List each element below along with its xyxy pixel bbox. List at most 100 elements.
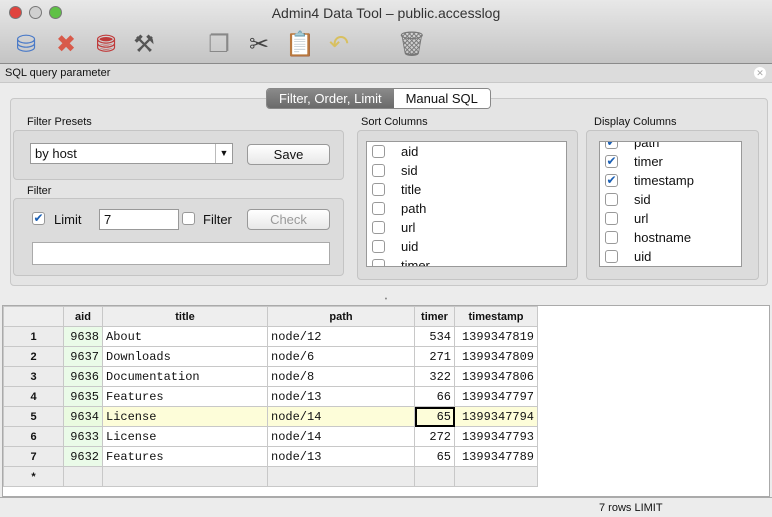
sort-column-item[interactable]: timer <box>367 256 566 266</box>
sort-column-item[interactable]: url <box>367 218 566 237</box>
cell-path[interactable]: node/12 <box>267 326 415 347</box>
cell-title[interactable]: License <box>102 406 268 427</box>
cell-title[interactable]: Documentation <box>102 366 268 387</box>
settings-tools-icon[interactable]: ⚒ <box>128 28 160 60</box>
cell-timer[interactable]: 65 <box>414 446 455 467</box>
cell-aid[interactable]: 9635 <box>63 386 103 407</box>
new-row-cell[interactable] <box>414 466 455 487</box>
sort-column-item[interactable]: sid <box>367 161 566 180</box>
tab-manual-sql[interactable]: Manual SQL <box>393 89 490 108</box>
table-row[interactable]: 3 9636 Documentation node/8 322 1399347806 <box>3 366 538 387</box>
data-grid[interactable]: aid title path timer timestamp 1 9638 About nod… <box>2 305 770 497</box>
row-number[interactable]: 3 <box>3 366 64 387</box>
cell-title[interactable]: Downloads <box>102 346 268 367</box>
cell-timestamp[interactable]: 1399347797 <box>454 386 538 407</box>
row-number[interactable]: 7 <box>3 446 64 467</box>
display-column-checkbox[interactable] <box>605 231 618 244</box>
column-header-timer[interactable]: timer <box>414 306 455 327</box>
filter-preset-select[interactable]: by host ▼ <box>30 143 233 164</box>
cell-timestamp[interactable]: 1399347793 <box>454 426 538 447</box>
cell-timestamp[interactable]: 1399347806 <box>454 366 538 387</box>
sort-column-checkbox[interactable] <box>372 240 385 253</box>
sort-columns-list[interactable]: aid sid title path url uid timer <box>366 141 567 267</box>
cell-timer[interactable]: 66 <box>414 386 455 407</box>
sort-column-item[interactable]: aid <box>367 142 566 161</box>
cell-aid[interactable]: 9634 <box>63 406 103 427</box>
column-header-timestamp[interactable]: timestamp <box>454 306 538 327</box>
row-number[interactable]: 6 <box>3 426 64 447</box>
tab-filter-order-limit[interactable]: Filter, Order, Limit <box>267 89 394 108</box>
cell-timestamp[interactable]: 1399347794 <box>454 406 538 427</box>
display-column-item[interactable]: sid <box>600 190 741 209</box>
column-header-title[interactable]: title <box>102 306 268 327</box>
column-header-path[interactable]: path <box>267 306 415 327</box>
limit-checkbox[interactable]: ✔ <box>32 212 45 225</box>
row-number[interactable]: 1 <box>3 326 64 347</box>
save-button[interactable]: Save <box>247 144 330 165</box>
cell-path[interactable]: node/14 <box>267 426 415 447</box>
table-row[interactable]: 6 9633 License node/14 272 1399347793 <box>3 426 538 447</box>
cell-timestamp[interactable]: 1399347809 <box>454 346 538 367</box>
display-column-checkbox[interactable] <box>605 250 618 263</box>
cell-aid[interactable]: 9633 <box>63 426 103 447</box>
sort-column-checkbox[interactable] <box>372 202 385 215</box>
row-number[interactable]: 2 <box>3 346 64 367</box>
cell-timestamp[interactable]: 1399347789 <box>454 446 538 467</box>
cell-aid[interactable]: 9636 <box>63 366 103 387</box>
filter-checkbox[interactable] <box>182 212 195 225</box>
table-row[interactable]: 4 9635 Features node/13 66 1399347797 <box>3 386 538 407</box>
display-column-item[interactable]: ✔ path <box>600 142 741 152</box>
display-column-item[interactable]: ✔ timer <box>600 152 741 171</box>
cell-path[interactable]: node/14 <box>267 406 415 427</box>
row-number[interactable]: 4 <box>3 386 64 407</box>
display-column-checkbox[interactable] <box>605 212 618 225</box>
close-panel-icon[interactable]: ✕ <box>754 67 766 79</box>
display-column-checkbox[interactable]: ✔ <box>605 155 618 168</box>
cell-aid[interactable]: 9637 <box>63 346 103 367</box>
display-column-item[interactable]: url <box>600 209 741 228</box>
sort-column-checkbox[interactable] <box>372 145 385 158</box>
cell-aid[interactable]: 9632 <box>63 446 103 467</box>
cell-path[interactable]: node/6 <box>267 346 415 367</box>
sort-column-item[interactable]: uid <box>367 237 566 256</box>
cell-timestamp[interactable]: 1399347819 <box>454 326 538 347</box>
cell-timer[interactable]: 65 <box>414 406 455 427</box>
new-row-cell[interactable] <box>267 466 415 487</box>
new-row-cell[interactable] <box>454 466 538 487</box>
display-column-checkbox[interactable]: ✔ <box>605 174 618 187</box>
new-row-cell[interactable] <box>102 466 268 487</box>
cell-title[interactable]: License <box>102 426 268 447</box>
refresh-db-icon[interactable]: ⛁ <box>10 28 42 60</box>
sort-column-checkbox[interactable] <box>372 221 385 234</box>
table-row[interactable]: 5 9634 License node/14 65 1399347794 <box>3 406 538 427</box>
display-column-item[interactable]: uid <box>600 247 741 266</box>
table-row[interactable]: 7 9632 Features node/13 65 1399347789 <box>3 446 538 467</box>
sort-column-checkbox[interactable] <box>372 164 385 177</box>
paste-icon[interactable]: 📋 <box>284 28 316 60</box>
sort-column-item[interactable]: path <box>367 199 566 218</box>
cell-timer[interactable]: 322 <box>414 366 455 387</box>
save-db-icon[interactable]: ⛃ <box>90 28 122 60</box>
cell-path[interactable]: node/13 <box>267 386 415 407</box>
display-columns-list[interactable]: ✔ path ✔ timer ✔ timestamp sid url hostname uid <box>599 141 742 267</box>
cell-title[interactable]: Features <box>102 446 268 467</box>
table-row[interactable]: 2 9637 Downloads node/6 271 1399347809 <box>3 346 538 367</box>
cell-timer[interactable]: 272 <box>414 426 455 447</box>
sort-column-checkbox[interactable] <box>372 259 385 266</box>
limit-input[interactable]: 7 <box>99 209 179 230</box>
display-column-item[interactable]: hostname <box>600 228 741 247</box>
sort-column-checkbox[interactable] <box>372 183 385 196</box>
undo-icon[interactable]: ↶ <box>323 28 355 60</box>
cell-timer[interactable]: 534 <box>414 326 455 347</box>
new-row[interactable]: * <box>3 466 538 487</box>
cell-timer[interactable]: 271 <box>414 346 455 367</box>
copy-icon[interactable]: ❐ <box>203 28 235 60</box>
cut-icon[interactable]: ✂ <box>243 28 275 60</box>
column-header-aid[interactable]: aid <box>63 306 103 327</box>
row-number[interactable]: 5 <box>3 406 64 427</box>
trash-icon[interactable]: 🗑 <box>396 28 428 60</box>
filter-expression-input[interactable] <box>32 242 330 265</box>
sort-column-item[interactable]: title <box>367 180 566 199</box>
display-column-item[interactable]: ✔ timestamp <box>600 171 741 190</box>
cell-path[interactable]: node/13 <box>267 446 415 467</box>
